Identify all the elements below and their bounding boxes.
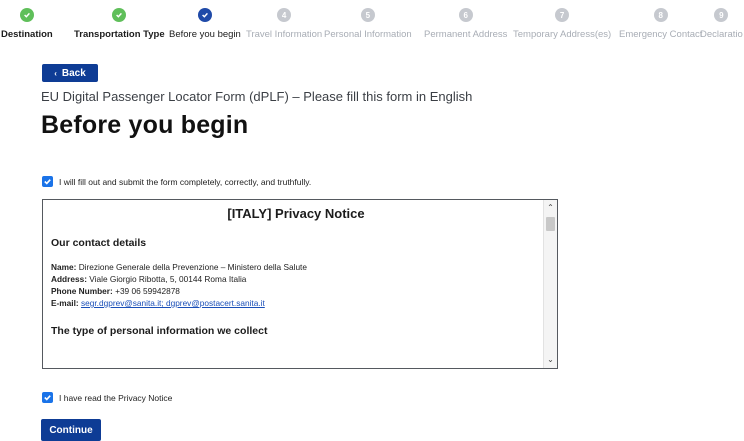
step-travel-information[interactable]: 4 Travel Information <box>246 8 322 40</box>
contact-email-label: E-mail: <box>51 298 79 308</box>
scroll-down-icon[interactable]: ⌄ <box>544 354 557 366</box>
step-label: Emergency Contact <box>619 29 703 40</box>
notice-scrollbar[interactable]: ⌃ ⌄ <box>543 200 557 368</box>
step-number-icon: 8 <box>653 8 668 22</box>
contact-address-line: Address: Viale Giorgio Ribotta, 5, 00144… <box>51 273 541 285</box>
truthful-checkbox-row[interactable]: I will fill out and submit the form comp… <box>42 176 311 187</box>
step-temporary-address[interactable]: 7 Temporary Address(es) <box>513 8 611 40</box>
check-icon <box>19 8 34 22</box>
scrollbar-thumb[interactable] <box>546 217 555 231</box>
step-label: Travel Information <box>246 29 323 40</box>
read-notice-checkbox[interactable] <box>42 392 53 403</box>
contact-name-label: Name: <box>51 262 77 272</box>
step-label: Declaratio <box>700 29 743 40</box>
continue-button[interactable]: Continue <box>41 419 101 441</box>
contact-phone-line: Phone Number: +39 06 59942878 <box>51 285 541 297</box>
step-destination[interactable]: Destination <box>1 8 53 40</box>
step-transportation-type[interactable]: Transportation Type <box>74 8 165 40</box>
privacy-notice-heading: [ITALY] Privacy Notice <box>227 206 365 221</box>
check-icon <box>44 395 51 401</box>
back-button-label: Back <box>61 67 86 79</box>
step-label: Before you begin <box>169 29 241 40</box>
contact-address-value: Viale Giorgio Ribotta, 5, 00144 Roma Ita… <box>89 274 247 284</box>
contact-email-link[interactable]: segr.dgprev@sanita.it; dgprev@postacert.… <box>81 298 265 308</box>
contact-phone-label: Phone Number: <box>51 286 113 296</box>
step-number-icon: 7 <box>555 8 570 22</box>
contact-name-line: Name: Direzione Generale della Prevenzio… <box>51 261 541 273</box>
page-title: Before you begin <box>41 111 249 139</box>
step-label: Transportation Type <box>74 29 165 40</box>
privacy-notice-content: [ITALY] Privacy Notice Our contact detai… <box>51 206 541 349</box>
step-label: Permanent Address <box>424 29 508 40</box>
check-icon <box>197 8 212 22</box>
privacy-notice-box[interactable]: [ITALY] Privacy Notice Our contact detai… <box>42 199 558 369</box>
read-notice-checkbox-row[interactable]: I have read the Privacy Notice <box>42 392 172 403</box>
collect-info-heading: The type of personal information we coll… <box>51 325 268 337</box>
step-emergency-contact[interactable]: 8 Emergency Contact <box>619 8 702 40</box>
step-permanent-address[interactable]: 6 Permanent Address <box>424 8 507 40</box>
contact-email-line: E-mail: segr.dgprev@sanita.it; dgprev@po… <box>51 297 541 309</box>
check-icon <box>112 8 127 22</box>
back-button[interactable]: ‹ Back <box>42 64 98 82</box>
step-number-icon: 6 <box>458 8 473 22</box>
step-label: Personal Information <box>324 29 412 40</box>
step-declaration[interactable]: 9 Declaratio <box>700 8 743 40</box>
step-number-icon: 4 <box>277 8 292 22</box>
progress-stepper: Destination Transportation Type Before y… <box>0 0 744 44</box>
step-label: Temporary Address(es) <box>513 29 612 40</box>
scroll-up-icon[interactable]: ⌃ <box>544 202 557 214</box>
contact-address-label: Address: <box>51 274 87 284</box>
truthful-checkbox[interactable] <box>42 176 53 187</box>
step-number-icon: 5 <box>360 8 375 22</box>
contact-details-heading: Our contact details <box>51 237 147 249</box>
form-subtitle: EU Digital Passenger Locator Form (dPLF)… <box>41 89 473 104</box>
truthful-checkbox-label: I will fill out and submit the form comp… <box>59 176 312 187</box>
contact-name-value: Direzione Generale della Prevenzione – M… <box>78 262 307 272</box>
check-icon <box>44 179 51 185</box>
step-number-icon: 9 <box>714 8 729 22</box>
step-personal-information[interactable]: 5 Personal Information <box>324 8 412 40</box>
contact-phone-value: +39 06 59942878 <box>115 286 180 296</box>
step-label: Destination <box>1 29 53 40</box>
chevron-left-icon: ‹ <box>54 68 57 78</box>
step-before-you-begin[interactable]: Before you begin <box>169 8 241 40</box>
read-notice-checkbox-label: I have read the Privacy Notice <box>59 392 173 403</box>
